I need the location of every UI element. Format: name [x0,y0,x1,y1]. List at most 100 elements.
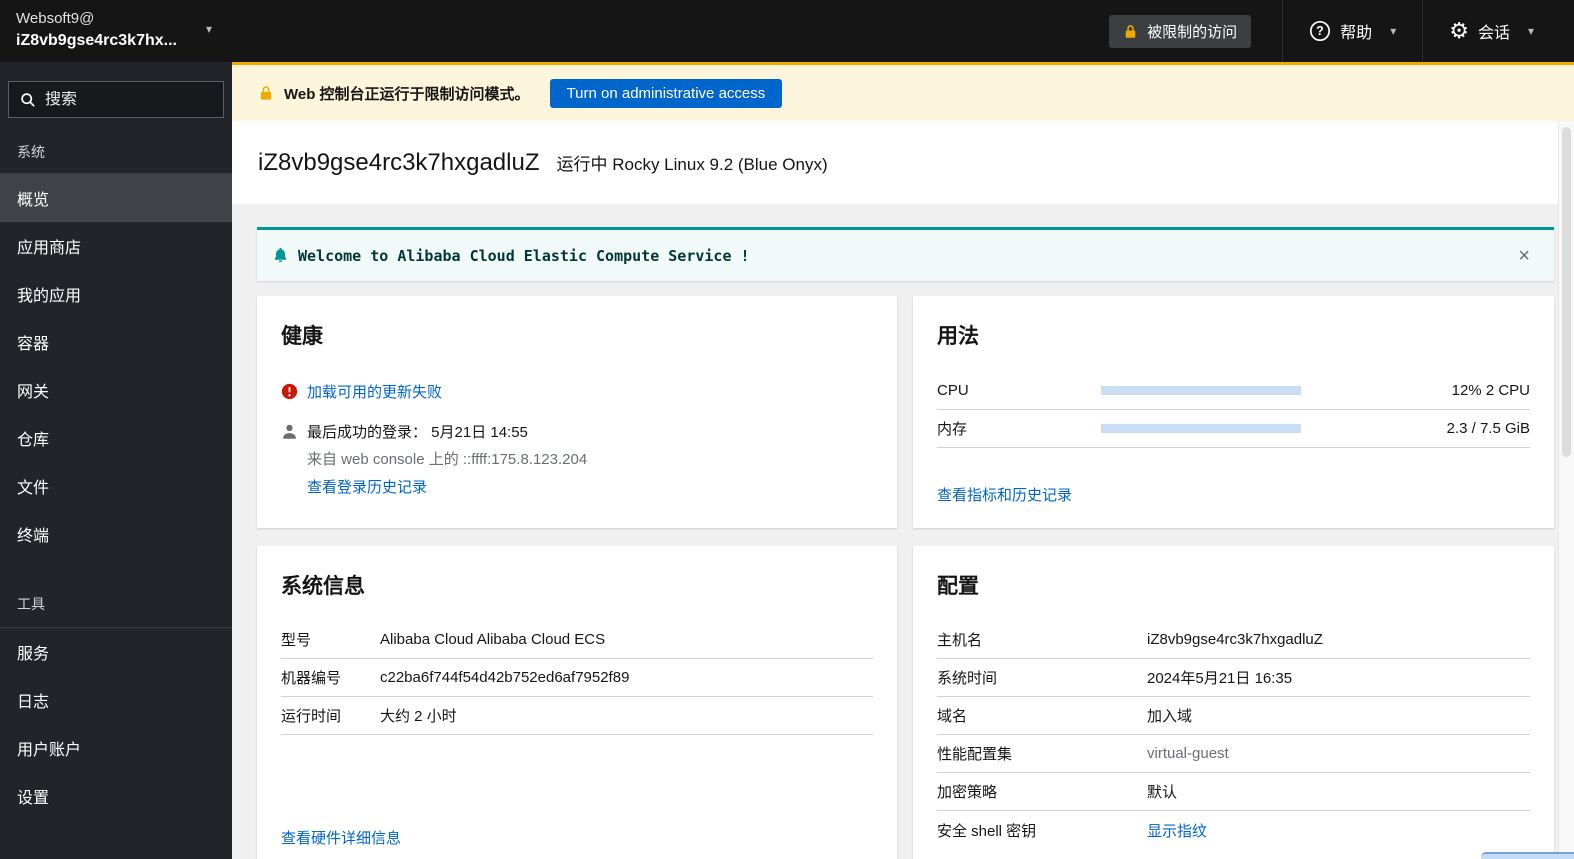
lock-icon [1123,24,1138,39]
help-menu[interactable]: ? 帮助 ▾ [1282,0,1422,62]
cpu-usage-value: 12% 2 CPU [1451,382,1530,399]
scrollbar-thumb[interactable] [1562,127,1571,457]
host-switcher-user: Websoft9@ [16,10,95,27]
chevron-down-icon: ▾ [1390,24,1397,38]
restricted-access-label: 被限制的访问 [1147,23,1238,41]
machine-id-label: 机器编号 [281,670,342,687]
masthead: Websoft9@ iZ8vb9gse4rc3k7hx... ▾ 被限制的访问 … [0,0,1574,62]
model-label: 型号 [281,632,312,649]
system-time-label: 系统时间 [937,670,998,687]
chevron-down-icon: ▾ [1527,24,1534,38]
crypto-policy-row: 加密策略 默认 [937,773,1530,811]
metrics-history-link[interactable]: 查看指标和历史记录 [937,484,1072,505]
machine-id-value: c22ba6f744f54d42b752ed6af7952f89 [380,669,630,686]
sidebar-item-repository[interactable]: 仓库 [0,414,232,462]
search-input[interactable] [45,90,212,109]
cpu-label: CPU [937,382,969,399]
login-history-link[interactable]: 查看登录历史记录 [307,476,873,497]
gear-icon: ⚙ [1449,18,1469,43]
show-fingerprints-link[interactable]: 显示指纹 [1147,820,1530,841]
session-menu[interactable]: ⚙ 会话 ▾ [1422,0,1574,62]
content-area: Welcome to Alibaba Cloud Elastic Compute… [232,204,1574,859]
health-card-title: 健康 [281,325,323,348]
search-icon [20,92,36,108]
last-login-row: 最后成功的登录： 5月21日 14:55 [281,421,873,442]
domain-value: 加入域 [1147,708,1193,725]
card-grid: 健康 加载可用的更新失败 最后成功的登录： 5月21日 14:55 来自 web… [257,296,1554,859]
system-info-list: 型号 Alibaba Cloud Alibaba Cloud ECS 机器编号 … [281,621,873,735]
uptime-value: 大约 2 小时 [380,708,457,725]
chevron-down-icon: ▾ [205,22,212,36]
page-header: iZ8vb9gse4rc3k7hxgadluZ 运行中 Rocky Linux … [232,121,1574,204]
sidebar-section-tools: 工具 [17,596,45,612]
motd-message: Welcome to Alibaba Cloud Elastic Compute… [298,246,750,265]
login-from-text: 来自 web console 上的 ::ffff:175.8.123.204 [307,451,588,468]
updates-error-row: 加载可用的更新失败 [281,381,873,402]
ssh-keys-row: 安全 shell 密钥 显示指纹 [937,811,1530,849]
uptime-label: 运行时间 [281,708,342,725]
page-title: iZ8vb9gse4rc3k7hxgadluZ [258,149,540,176]
sidebar-item-logs[interactable]: 日志 [0,676,232,724]
lock-icon [258,85,274,101]
bottom-right-popup-edge[interactable] [1481,852,1574,859]
motd-alert: Welcome to Alibaba Cloud Elastic Compute… [257,227,1554,281]
updates-error-link[interactable]: 加载可用的更新失败 [307,381,442,402]
sidebar-item-accounts[interactable]: 用户账户 [0,724,232,772]
vertical-scrollbar[interactable] [1558,121,1574,859]
svg-text:?: ? [1316,24,1324,38]
os-state: 运行中 Rocky Linux 9.2 (Blue Onyx) [556,155,828,174]
cpu-usage-row: CPU 12% 2 CPU [937,372,1530,410]
restricted-access-badge[interactable]: 被限制的访问 [1109,14,1252,48]
sidebar-item-containers[interactable]: 容器 [0,318,232,366]
hostname-value: iZ8vb9gse4rc3k7hxgadluZ [1147,631,1323,648]
sidebar-item-settings[interactable]: 设置 [0,772,232,820]
domain-label: 域名 [937,708,968,725]
cockpit-app: Websoft9@ iZ8vb9gse4rc3k7hx... ▾ 被限制的访问 … [0,0,1574,859]
model-value: Alibaba Cloud Alibaba Cloud ECS [380,631,606,648]
restricted-mode-message: Web 控制台正运行于限制访问模式。 [284,85,530,103]
usage-card-title: 用法 [937,325,979,348]
performance-profile-value: virtual-guest [1147,745,1229,762]
hostname-row: 主机名 iZ8vb9gse4rc3k7hxgadluZ [937,621,1530,659]
domain-row: 域名 加入域 [937,697,1530,735]
configuration-title: 配置 [937,575,979,598]
machine-id-row: 机器编号 c22ba6f744f54d42b752ed6af7952f89 [281,659,873,697]
masthead-toolbar: 被限制的访问 ? 帮助 ▾ ⚙ 会话 ▾ [1109,0,1574,62]
hardware-details-link[interactable]: 查看硬件详细信息 [281,827,401,848]
system-info-title: 系统信息 [281,575,365,598]
user-icon [281,423,298,440]
configuration-card: 配置 主机名 iZ8vb9gse4rc3k7hxgadluZ 系统时间 2024… [913,546,1554,859]
performance-profile-label: 性能配置集 [937,746,1013,763]
crypto-policy-value: 默认 [1147,784,1178,801]
sidebar-item-services[interactable]: 服务 [0,628,232,676]
health-card: 健康 加载可用的更新失败 最后成功的登录： 5月21日 14:55 来自 web… [257,296,897,528]
help-label: 帮助 [1340,25,1373,42]
uptime-row: 运行时间 大约 2 小时 [281,697,873,735]
sidebar: 系统 概览 应用商店 我的应用 容器 网关 仓库 文件 终端 工具 服务 日志 … [0,62,232,859]
close-icon[interactable]: × [1518,246,1530,266]
memory-progress-bar [1101,424,1301,433]
sidebar-item-my-apps[interactable]: 我的应用 [0,270,232,318]
cpu-progress-bar [1101,386,1301,395]
sidebar-item-gateway[interactable]: 网关 [0,366,232,414]
model-row: 型号 Alibaba Cloud Alibaba Cloud ECS [281,621,873,659]
admin-access-button[interactable]: Turn on administrative access [549,78,783,108]
session-label: 会话 [1477,25,1510,42]
sidebar-item-app-store[interactable]: 应用商店 [0,222,232,270]
sidebar-item-files[interactable]: 文件 [0,462,232,510]
system-time-value: 2024年5月21日 16:35 [1147,670,1293,687]
host-switcher-hostname: iZ8vb9gse4rc3k7hx... [16,32,177,49]
bell-icon [272,247,289,264]
main-area: Web 控制台正运行于限制访问模式。 Turn on administrativ… [232,62,1574,859]
host-switcher[interactable]: Websoft9@ iZ8vb9gse4rc3k7hx... ▾ [0,0,232,62]
system-info-card: 系统信息 型号 Alibaba Cloud Alibaba Cloud ECS … [257,546,897,859]
performance-profile-row: 性能配置集 virtual-guest [937,735,1530,773]
restricted-mode-banner: Web 控制台正运行于限制访问模式。 Turn on administrativ… [232,62,1574,121]
sidebar-item-terminal[interactable]: 终端 [0,510,232,558]
configuration-list: 主机名 iZ8vb9gse4rc3k7hxgadluZ 系统时间 2024年5月… [937,621,1530,849]
sidebar-item-overview[interactable]: 概览 [0,174,232,222]
hostname-label: 主机名 [937,632,983,649]
memory-usage-value: 2.3 / 7.5 GiB [1446,420,1530,437]
last-login-text: 最后成功的登录： 5月21日 14:55 [307,424,528,441]
usage-card: 用法 CPU 12% 2 CPU 内存 2.3 / 7.5 GiB 查看指标和历… [913,296,1554,528]
